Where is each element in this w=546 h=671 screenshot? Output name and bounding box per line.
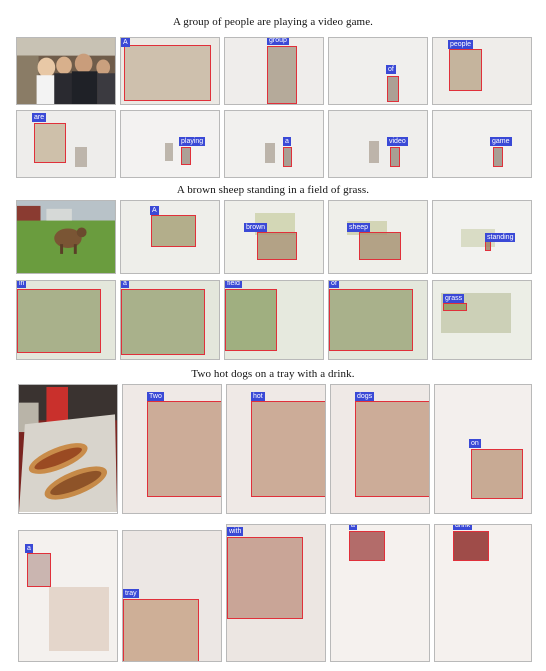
attention-box [181,147,191,165]
word-tag: in [17,280,27,288]
attention-box [151,215,196,247]
word-tag: group [267,37,289,45]
word-tag: with [227,527,244,536]
attention-map: of [328,280,428,360]
word-tag: Two [147,392,164,401]
word-tag: playing [179,137,206,146]
attention-map: a [120,280,220,360]
attention-map: A [120,37,220,105]
word-tag: a [121,280,129,288]
word-tag: people [448,40,474,49]
attention-box [225,289,277,351]
caption-3: Two hot dogs on a tray with a drink. [191,368,355,380]
attention-box [493,147,503,167]
attention-map: sheep [328,200,428,274]
word-tag: game [490,137,512,146]
word-tag: field [225,280,242,288]
attention-box [329,289,413,351]
attention-map: with [226,524,326,662]
word-tag: are [32,113,47,122]
word-tag: tray [123,589,139,598]
word-tag: A [121,38,130,47]
attention-box [121,289,205,355]
word-tag: a [349,525,357,530]
attention-map: Two [122,384,222,514]
source-image-hotdogs [18,384,118,514]
attention-box [471,449,523,499]
attention-map: a [330,524,430,662]
attention-box [390,147,400,167]
attention-map: tray [122,530,222,662]
attention-map: a [224,110,324,178]
attention-map: game [432,110,532,178]
attention-map: of [328,37,428,105]
attention-map: standing [432,200,532,274]
attention-box [359,232,401,260]
attention-map: playing [120,110,220,178]
attention-map: a [18,530,118,662]
word-tag: of [329,280,339,288]
word-tag: on [469,439,481,448]
attention-box [283,147,292,167]
word-tag: a [283,137,291,146]
word-tag: A [150,206,159,215]
attention-box [349,531,385,561]
caption-2: A brown sheep standing in a field of gra… [176,184,370,196]
word-tag: video [387,137,408,146]
source-image-sheep [16,200,116,274]
word-tag: sheep [347,223,371,232]
source-image-video-game [16,37,116,105]
attention-box [124,45,211,101]
attention-box [485,241,491,251]
attention-box [147,401,221,497]
attention-box [387,76,399,102]
attention-box [227,537,303,619]
attention-box [453,531,489,561]
attention-map: dogs [330,384,430,514]
attention-map: A [120,200,220,274]
word-tag: grass [443,294,465,303]
attention-box [257,232,297,260]
word-tag: hot [251,392,265,401]
attention-box [34,123,66,163]
attention-box [267,46,297,104]
caption-1: A group of people are playing a video ga… [172,16,374,28]
attention-map: brown [224,200,324,274]
attention-map: hot [226,384,326,514]
word-tag: a [25,544,33,553]
attention-map: in [16,280,116,360]
attention-box [27,553,51,587]
attention-map: grass [432,280,532,360]
attention-map: video [328,110,428,178]
word-tag: dogs [355,392,375,401]
word-tag: drink [453,525,473,530]
attention-map: group [224,37,324,105]
attention-map: on [434,384,532,514]
attention-map: field [224,280,324,360]
attention-box [355,401,429,497]
word-tag: of [386,65,396,74]
attention-box [443,303,467,311]
attention-box [17,289,101,353]
attention-box [123,599,199,661]
word-tag: standing [485,233,516,242]
attention-box [251,401,325,497]
word-tag: brown [244,223,268,232]
attention-box [449,49,482,91]
attention-map: drink [434,524,532,662]
attention-map: people [432,37,532,105]
attention-map: are [16,110,116,178]
